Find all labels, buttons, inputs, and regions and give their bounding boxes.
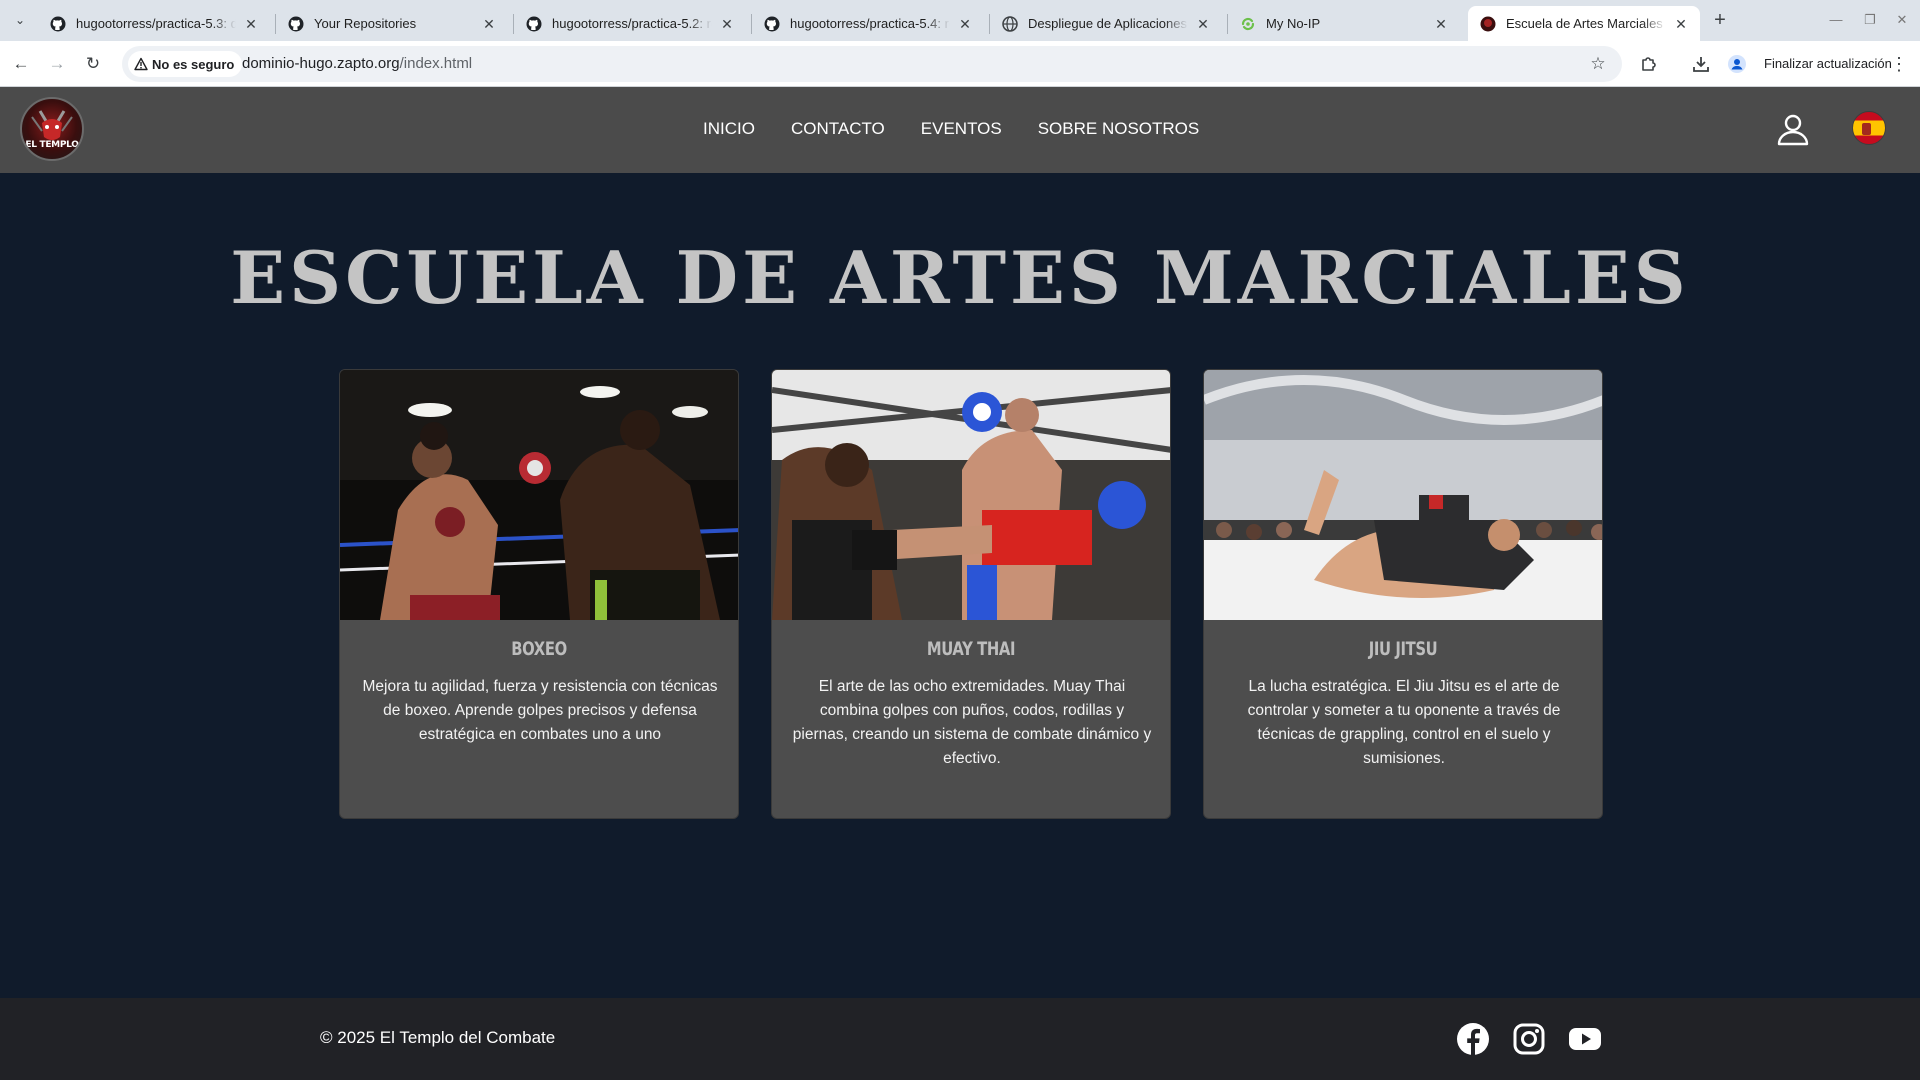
back-arrow-icon[interactable]: ← [8, 51, 34, 77]
browser-toolbar: ← → ↻ No es seguro dominio-hugo.zapto.or… [0, 41, 1920, 87]
nav-link-inicio[interactable]: INICIO [703, 119, 755, 139]
close-tab-icon[interactable]: ✕ [718, 15, 736, 33]
nav-link-contacto[interactable]: CONTACTO [791, 119, 885, 139]
tab-title: Escuela de Artes Marciales [1506, 16, 1663, 31]
site-logo-icon [1480, 16, 1496, 32]
boxing-photo [340, 370, 738, 620]
globe-icon [1002, 15, 1018, 32]
tab-title: Despliegue de Aplicaciones W [1028, 16, 1188, 31]
url-path: /index.html [399, 55, 473, 72]
browser-tab[interactable]: Your Repositories ✕ [276, 6, 508, 41]
close-tab-icon[interactable]: ✕ [480, 15, 498, 33]
warning-triangle-icon [134, 57, 148, 71]
spain-flag-language-icon[interactable] [1852, 111, 1886, 145]
tab-title: hugootorress/practica-5.3: d [76, 16, 236, 31]
youtube-icon[interactable] [1568, 1022, 1602, 1056]
security-indicator[interactable]: No es seguro [128, 51, 243, 77]
main-content: ESCUELA DE ARTES MARCIALES BOXEO Mejora … [0, 173, 1920, 998]
site-logo[interactable]: EL TEMPLO [20, 97, 84, 161]
facebook-icon[interactable] [1456, 1022, 1490, 1056]
github-icon [526, 16, 542, 32]
forward-arrow-icon[interactable]: → [44, 51, 70, 77]
bookmark-star-icon[interactable]: ☆ [1586, 52, 1610, 76]
close-tab-icon[interactable]: ✕ [956, 15, 974, 33]
tab-title: My No-IP [1266, 16, 1321, 31]
card-title: BOXEO [511, 638, 567, 660]
muay-thai-photo [772, 370, 1170, 620]
security-label: No es seguro [152, 56, 235, 72]
copyright-text: © 2025 El Templo del Combate [320, 1028, 556, 1047]
main-navigation: INICIO CONTACTO EVENTOS SOBRE NOSOTROS [703, 119, 1199, 139]
browser-tab[interactable]: My No-IP ✕ [1228, 6, 1460, 41]
browser-tab[interactable]: hugootorress/practica-5.4: re ✕ [752, 6, 984, 41]
card-title: MUAY THAI [926, 638, 1016, 660]
nav-link-sobre-nosotros[interactable]: SOBRE NOSOTROS [1038, 119, 1200, 139]
close-tab-icon[interactable]: ✕ [1672, 15, 1690, 33]
github-icon [288, 16, 304, 32]
browser-tab[interactable]: hugootorress/practica-5.2: re ✕ [514, 6, 746, 41]
browser-tab[interactable]: Despliegue de Aplicaciones W ✕ [990, 6, 1222, 41]
address-bar[interactable]: No es seguro dominio-hugo.zapto.org/inde… [122, 46, 1622, 82]
card-jiu-jitsu[interactable]: JIU JITSU La lucha estratégica. El Jiu J… [1203, 369, 1603, 819]
extensions-puzzle-icon[interactable] [1636, 51, 1662, 77]
tab-title: hugootorress/practica-5.4: re [790, 16, 950, 31]
downloads-icon[interactable] [1688, 51, 1714, 77]
finish-update-button[interactable]: Finalizar actualización [1764, 51, 1892, 77]
logo-text: EL TEMPLO [25, 140, 79, 150]
browser-tab-active[interactable]: Escuela de Artes Marciales ✕ [1468, 6, 1700, 41]
close-tab-icon[interactable]: ✕ [242, 15, 260, 33]
minimize-window-icon[interactable]: — [1824, 9, 1848, 31]
browser-tab[interactable]: hugootorress/practica-5.3: d ✕ [38, 6, 270, 41]
site-header: EL TEMPLO INICIO CONTACTO EVENTOS SOBRE … [0, 87, 1920, 173]
nav-link-eventos[interactable]: EVENTOS [921, 119, 1002, 139]
github-icon [764, 16, 780, 32]
github-icon [50, 16, 66, 32]
browser-menu-kebab-icon[interactable]: ⋮ [1890, 51, 1908, 77]
noip-icon [1240, 16, 1256, 32]
tab-title: Your Repositories [314, 16, 417, 31]
card-description: La lucha estratégica. El Jiu Jitsu es el… [1247, 678, 1561, 767]
card-title: JIU JITSU [1368, 638, 1438, 660]
card-description: El arte de las ocho extremidades. Muay T… [792, 678, 1152, 767]
tab-title: hugootorress/practica-5.2: re [552, 16, 712, 31]
close-tab-icon[interactable]: ✕ [1194, 15, 1212, 33]
instagram-icon[interactable] [1512, 1022, 1546, 1056]
site-footer: © 2025 El Templo del Combate [0, 998, 1920, 1080]
card-boxeo[interactable]: BOXEO Mejora tu agilidad, fuerza y resis… [339, 369, 739, 819]
browser-tab-bar: ⌄ hugootorress/practica-5.3: d ✕ Your Re… [0, 0, 1920, 41]
reload-icon[interactable]: ↻ [80, 51, 106, 77]
jiu-jitsu-photo [1204, 370, 1602, 620]
close-tab-icon[interactable]: ✕ [1432, 15, 1450, 33]
close-window-icon[interactable]: ✕ [1890, 9, 1914, 31]
profile-avatar-icon[interactable] [1724, 51, 1750, 77]
user-account-icon[interactable] [1776, 112, 1810, 146]
url-host: dominio-hugo.zapto.org [242, 55, 400, 72]
tab-search-chevron-icon[interactable]: ⌄ [10, 10, 30, 30]
restore-window-icon[interactable]: ❐ [1858, 9, 1882, 31]
demon-mask-icon [31, 110, 73, 140]
page-title: ESCUELA DE ARTES MARCIALES [230, 235, 1690, 320]
new-tab-plus-icon[interactable]: + [1708, 9, 1732, 33]
card-muay-thai[interactable]: MUAY THAI El arte de las ocho extremidad… [771, 369, 1171, 819]
card-description: Mejora tu agilidad, fuerza y resistencia… [362, 678, 718, 743]
url-text[interactable]: dominio-hugo.zapto.org/index.html [242, 55, 472, 72]
